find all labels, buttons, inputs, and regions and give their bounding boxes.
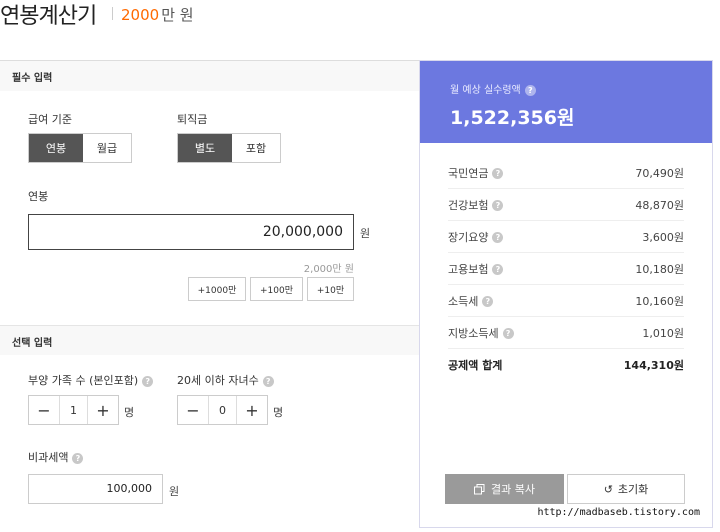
- salary-input[interactable]: 20,000,000: [28, 214, 354, 250]
- deduction-row: 장기요양? 3,600원: [448, 221, 684, 253]
- add-10m-button[interactable]: +1000만: [188, 277, 246, 301]
- dependents-stepper: − 1 +: [28, 395, 119, 425]
- header: 연봉계산기 2000 만 원: [0, 0, 720, 30]
- pay-basis-monthly-button[interactable]: 월급: [83, 134, 131, 162]
- dependents-label-text: 부양 가족 수 (본인포함): [28, 374, 139, 387]
- severance-separate-button[interactable]: 별도: [178, 134, 232, 162]
- severance-included-button[interactable]: 포함: [232, 134, 280, 162]
- result-label: 월 예상 실수령액?: [450, 81, 536, 96]
- net-pay-amount: 1,522,356원: [450, 107, 575, 129]
- children-value[interactable]: 0: [208, 396, 237, 424]
- header-amount: 2000: [121, 6, 160, 24]
- deduction-name-text: 장기요양: [448, 230, 489, 244]
- help-icon[interactable]: ?: [72, 452, 84, 464]
- deduction-total-row: 공제액 합계 144,310원: [448, 349, 684, 381]
- reset-icon: ↺: [603, 482, 613, 496]
- salary-label: 연봉: [28, 190, 49, 203]
- watermark: http://madbaseb.tistory.com: [534, 507, 703, 518]
- children-decrease-button[interactable]: −: [178, 396, 208, 424]
- deduction-name-text: 소득세: [448, 294, 479, 308]
- optional-section-title: 선택 입력: [0, 325, 420, 355]
- deduction-name-text: 고용보험: [448, 262, 489, 276]
- deduction-name: 장기요양?: [448, 229, 504, 245]
- header-unit: 만 원: [161, 6, 194, 24]
- children-unit: 명: [273, 406, 284, 419]
- deduction-value: 1,010원: [642, 326, 684, 340]
- deduction-name-text: 건강보험: [448, 198, 489, 212]
- deduction-value: 70,490원: [635, 166, 684, 180]
- reset-label: 초기화: [617, 483, 649, 496]
- deduction-row: 고용보험? 10,180원: [448, 253, 684, 285]
- pay-basis-label: 급여 기준: [28, 113, 72, 126]
- pay-basis-toggle: 연봉 월급: [28, 133, 132, 163]
- nontax-label: 비과세액?: [28, 449, 84, 465]
- add-100k-button[interactable]: +10만: [307, 277, 354, 301]
- deduction-value: 3,600원: [642, 230, 684, 244]
- deduction-total-value: 144,310원: [623, 359, 684, 372]
- help-icon[interactable]: ?: [142, 375, 154, 387]
- deduction-value: 10,160원: [635, 294, 684, 308]
- severance-toggle: 별도 포함: [177, 133, 281, 163]
- help-icon[interactable]: ?: [262, 375, 274, 387]
- deduction-row: 소득세? 10,160원: [448, 285, 684, 317]
- header-salary-summary: 2000 만 원: [121, 4, 194, 25]
- deduction-row: 국민연금? 70,490원: [448, 157, 684, 189]
- input-panel: 필수 입력 급여 기준 연봉 월급 퇴직금 별도 포함 연봉 20,000,00…: [0, 60, 420, 532]
- deduction-name-text: 지방소득세: [448, 326, 499, 340]
- deduction-value: 10,180원: [635, 262, 684, 276]
- help-icon[interactable]: ?: [482, 296, 494, 307]
- help-icon[interactable]: ?: [502, 328, 514, 339]
- salary-unit: 원: [360, 227, 371, 240]
- dependents-decrease-button[interactable]: −: [29, 396, 59, 424]
- app-title: 연봉계산기: [0, 4, 97, 29]
- result-header: 월 예상 실수령액? 1,522,356원: [420, 61, 712, 143]
- deduction-name: 소득세?: [448, 293, 494, 309]
- deduction-name-text: 국민연금: [448, 166, 489, 180]
- required-section-title: 필수 입력: [0, 61, 420, 91]
- header-divider: [112, 7, 113, 20]
- result-label-text: 월 예상 실수령액: [450, 85, 521, 96]
- deduction-name: 건강보험?: [448, 197, 504, 213]
- children-increase-button[interactable]: +: [237, 396, 267, 424]
- help-icon[interactable]: ?: [492, 232, 504, 243]
- help-icon[interactable]: ?: [492, 168, 504, 179]
- salary-hint: 2,000만 원: [303, 264, 354, 275]
- copy-icon: [474, 483, 485, 494]
- deduction-name: 국민연금?: [448, 165, 504, 181]
- copy-result-label: 결과 복사: [491, 483, 535, 496]
- children-label: 20세 이하 자녀수?: [177, 372, 274, 388]
- nontax-input[interactable]: 100,000: [28, 474, 163, 504]
- help-icon[interactable]: ?: [524, 84, 536, 96]
- deduction-name: 고용보험?: [448, 261, 504, 277]
- pay-basis-annual-button[interactable]: 연봉: [29, 134, 83, 162]
- help-icon[interactable]: ?: [492, 264, 504, 275]
- help-icon[interactable]: ?: [492, 200, 504, 211]
- dependents-label: 부양 가족 수 (본인포함)?: [28, 372, 154, 388]
- dependents-value[interactable]: 1: [59, 396, 88, 424]
- dependents-unit: 명: [124, 406, 135, 419]
- reset-button[interactable]: ↺ 초기화: [567, 474, 685, 504]
- dependents-increase-button[interactable]: +: [88, 396, 118, 424]
- deduction-row: 건강보험? 48,870원: [448, 189, 684, 221]
- nontax-unit: 원: [169, 485, 180, 498]
- deduction-name: 지방소득세?: [448, 325, 514, 341]
- add-1m-button[interactable]: +100만: [250, 277, 303, 301]
- deduction-row: 지방소득세? 1,010원: [448, 317, 684, 349]
- children-label-text: 20세 이하 자녀수: [177, 374, 259, 387]
- severance-label: 퇴직금: [177, 113, 208, 126]
- deduction-value: 48,870원: [635, 198, 684, 212]
- deduction-total-name: 공제액 합계: [448, 359, 503, 372]
- result-panel: 월 예상 실수령액? 1,522,356원 국민연금? 70,490원 건강보험…: [419, 60, 713, 528]
- copy-result-button[interactable]: 결과 복사: [445, 474, 564, 504]
- nontax-label-text: 비과세액: [28, 451, 69, 464]
- children-stepper: − 0 +: [177, 395, 268, 425]
